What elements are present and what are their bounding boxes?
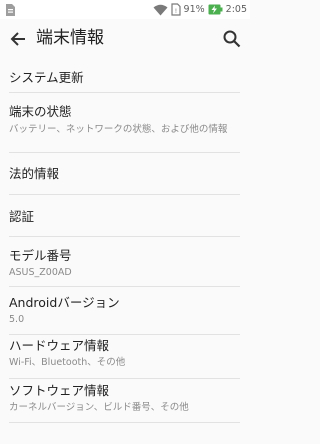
item-subtitle: 5.0	[9, 314, 25, 325]
item-title: 認証	[9, 209, 35, 224]
search-icon	[223, 30, 241, 48]
item-subtitle: Wi-Fi、Bluetooth、その他	[9, 357, 126, 368]
divider	[9, 422, 240, 423]
battery-percent: 91%	[183, 4, 205, 15]
list-item-certification[interactable]: 認証	[0, 195, 250, 237]
item-subtitle: バッテリー、ネットワークの状態、および他の情報	[9, 124, 228, 135]
svg-text:!: !	[174, 8, 176, 15]
item-title: Androidバージョン	[9, 295, 120, 310]
back-button[interactable]	[6, 27, 30, 51]
battery-charging-icon	[208, 4, 223, 15]
item-subtitle: ASUS_Z00AD	[9, 267, 72, 278]
item-subtitle: カーネルバージョン、ビルド番号、その他	[9, 402, 189, 413]
item-title: 端末の状態	[9, 104, 72, 119]
list-item-model-number[interactable]: モデル番号 ASUS_Z00AD	[0, 237, 250, 287]
item-title: ハードウェア情報	[9, 338, 110, 353]
list-item-system-update[interactable]: システム更新	[0, 59, 250, 93]
page-title: 端末情報	[36, 28, 104, 48]
wifi-icon	[153, 4, 168, 16]
sim-card-icon: !	[170, 3, 181, 16]
status-bar: ! 91% 2:05	[0, 0, 250, 19]
list-item-hardware-info[interactable]: ハードウェア情報 Wi-Fi、Bluetooth、その他	[0, 335, 250, 379]
list-item-software-info[interactable]: ソフトウェア情報 カーネルバージョン、ビルド番号、その他	[0, 379, 250, 423]
clock: 2:05	[225, 4, 247, 15]
app-bar: 端末情報	[0, 19, 250, 59]
list-item-device-status[interactable]: 端末の状態 バッテリー、ネットワークの状態、および他の情報	[0, 93, 250, 153]
list-item-android-version[interactable]: Androidバージョン 5.0	[0, 287, 250, 335]
item-title: 法的情報	[9, 166, 60, 181]
item-title: ソフトウェア情報	[9, 383, 110, 398]
item-title: システム更新	[9, 70, 84, 85]
search-button[interactable]	[220, 27, 244, 51]
arrow-back-icon	[10, 32, 25, 46]
item-title: モデル番号	[9, 248, 72, 263]
list-item-legal-info[interactable]: 法的情報	[0, 153, 250, 195]
